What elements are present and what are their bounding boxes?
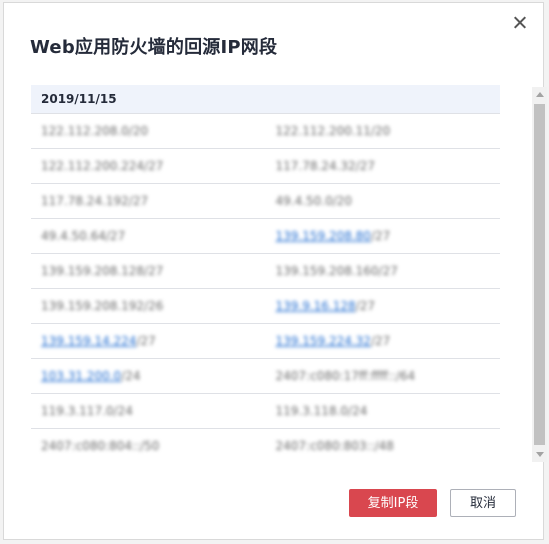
close-icon[interactable] — [511, 14, 529, 32]
ip-text: 49.4.50.0/20 — [275, 194, 353, 208]
ip-link[interactable]: 139.9.16.128 — [276, 299, 356, 313]
ip-cell: 49.4.50.64/27 — [31, 219, 266, 253]
ip-text: 2407:c080:804::/50 — [41, 439, 160, 453]
ip-cell[interactable]: 139.159.208.80/27 — [266, 219, 501, 253]
dialog: Web应用防火墙的回源IP网段 2019/11/15 122.112.208.0… — [3, 2, 547, 540]
ip-text: 139.159.208.128/27 — [41, 264, 164, 278]
dialog-title: Web应用防火墙的回源IP网段 — [30, 37, 278, 58]
ip-cell: 119.3.117.0/24 — [31, 394, 266, 428]
ip-cell: 122.112.200.11/20 — [266, 114, 501, 148]
table-row: 119.3.117.0/24 119.3.118.0/24 — [31, 394, 500, 429]
table-row: 2407:c080:804::/50 2407:c080:803::/48 — [31, 429, 500, 460]
cancel-button[interactable]: 取消 — [450, 489, 516, 517]
ip-text: 119.3.117.0/24 — [41, 404, 133, 418]
ip-suffix: /27 — [370, 229, 391, 243]
table-row: 122.112.208.0/20 122.112.200.11/20 — [31, 114, 500, 149]
table-row: 103.31.200.0/24 2407:c080:17ff:ffff::/64 — [31, 359, 500, 394]
ip-cell: 119.3.118.0/24 — [266, 394, 501, 428]
ip-cell: 117.78.24.32/27 — [266, 149, 501, 183]
ip-text: 139.159.208.160/27 — [275, 264, 398, 278]
ip-cell: 139.159.208.192/26 — [31, 289, 266, 323]
scroll-down-icon[interactable] — [536, 452, 544, 457]
ip-cell: 117.78.24.192/27 — [31, 184, 266, 218]
table-body: 122.112.208.0/20 122.112.200.11/20 122.112… — [31, 114, 500, 460]
ip-suffix: /27 — [136, 334, 156, 348]
ip-text: 117.78.24.192/27 — [41, 194, 149, 208]
table-row: 139.159.208.192/26 139.9.16.128/27 — [31, 289, 500, 324]
ip-suffix: /27 — [370, 334, 391, 348]
ip-text: 122.112.200.11/20 — [275, 124, 391, 138]
ip-cell[interactable]: 139.9.16.128/27 — [266, 289, 501, 323]
ip-cell: 122.112.200.224/27 — [31, 149, 266, 183]
ip-cell: 139.159.208.128/27 — [31, 254, 266, 288]
ip-text: 117.78.24.32/27 — [275, 159, 375, 173]
ip-text: 2407:c080:803::/48 — [275, 439, 394, 453]
copy-ip-button[interactable]: 复制IP段 — [349, 489, 437, 517]
scroll-thumb[interactable] — [534, 104, 545, 445]
ip-text: 139.159.208.192/26 — [41, 299, 164, 313]
ip-text: 49.4.50.64/27 — [41, 229, 126, 243]
ip-text: 2407:c080:17ff:ffff::/64 — [275, 369, 416, 383]
ip-link[interactable]: 139.159.14.224 — [41, 334, 136, 348]
ip-text: 122.112.208.0/20 — [41, 124, 149, 138]
ip-link[interactable]: 139.159.224.32 — [276, 334, 371, 348]
ip-cell: 2407:c080:803::/48 — [266, 429, 501, 460]
ip-table: 2019/11/15 122.112.208.0/20 122.112.200.1… — [31, 85, 500, 460]
ip-text: 119.3.118.0/24 — [275, 404, 368, 418]
ip-suffix: /24 — [121, 369, 141, 383]
ip-cell: 122.112.208.0/20 — [31, 114, 266, 148]
ip-text: 122.112.200.224/27 — [41, 159, 164, 173]
table-row: 117.78.24.192/27 49.4.50.0/20 — [31, 184, 500, 219]
scrollbar[interactable] — [532, 87, 547, 462]
ip-cell: 2407:c080:804::/50 — [31, 429, 266, 460]
table-row: 139.159.14.224/27 139.159.224.32/27 — [31, 324, 500, 359]
ip-link[interactable]: 139.159.208.80 — [276, 229, 371, 243]
table-row: 122.112.200.224/27 117.78.24.32/27 — [31, 149, 500, 184]
ip-cell: 2407:c080:17ff:ffff::/64 — [266, 359, 501, 393]
ip-cell[interactable]: 139.159.224.32/27 — [266, 324, 501, 358]
ip-link[interactable]: 103.31.200.0 — [41, 369, 121, 383]
table-row: 49.4.50.64/27 139.159.208.80/27 — [31, 219, 500, 254]
ip-cell[interactable]: 103.31.200.0/24 — [31, 359, 266, 393]
scroll-up-icon[interactable] — [536, 92, 544, 97]
table-header-date: 2019/11/15 — [31, 85, 500, 114]
table-row: 139.159.208.128/27 139.159.208.160/27 — [31, 254, 500, 289]
ip-cell: 49.4.50.0/20 — [266, 184, 501, 218]
ip-suffix: /27 — [355, 299, 375, 313]
ip-cell[interactable]: 139.159.14.224/27 — [31, 324, 266, 358]
ip-cell: 139.159.208.160/27 — [266, 254, 501, 288]
